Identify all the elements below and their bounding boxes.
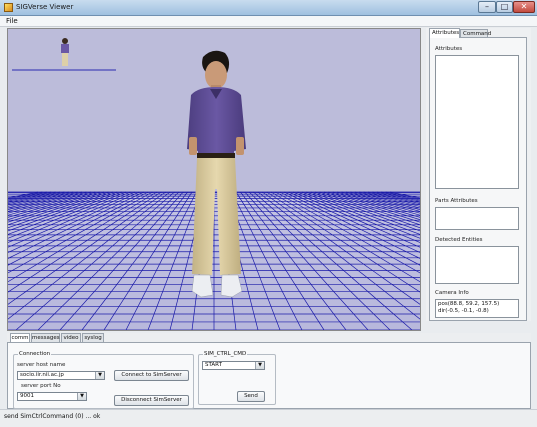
menu-file[interactable]: File (6, 17, 18, 25)
bottom-panel: comm messages video syslog Connection se… (7, 333, 531, 409)
parts-attributes-label: Parts Attributes (435, 198, 478, 204)
parts-attributes-list[interactable] (435, 207, 519, 230)
title-bar: SIGVerse Viewer – □ ✕ (0, 0, 537, 16)
connection-group-title: Connection (18, 351, 52, 357)
port-label: server port No (21, 383, 61, 389)
camera-dir: dir(-0.5, -0.1, -0.8) (438, 308, 489, 314)
port-input[interactable]: 9001 ▼ (17, 392, 87, 401)
tab-attributes[interactable]: Attributes (429, 28, 460, 38)
sim-ctrl-value: START (205, 362, 222, 368)
menu-bar: File (0, 16, 537, 27)
status-bar: send SimCtrlCommand (0) ... ok (0, 409, 537, 427)
3d-viewport[interactable] (7, 28, 421, 331)
connect-button[interactable]: Connect to SimServer (114, 370, 189, 381)
host-value: socio.iir.nii.ac.jp (20, 372, 64, 378)
detected-entities-label: Detected Entities (435, 237, 483, 243)
status-text: send SimCtrlCommand (0) ... ok (4, 413, 101, 420)
send-button[interactable]: Send (237, 391, 265, 402)
sim-ctrl-select[interactable]: START ▼ (202, 361, 265, 370)
tab-comm[interactable]: comm (10, 333, 30, 342)
maximize-button[interactable]: □ (496, 1, 513, 13)
host-label: server host name (17, 362, 66, 368)
comm-tab-body: Connection server host name socio.iir.ni… (7, 342, 531, 409)
chevron-down-icon[interactable]: ▼ (95, 372, 104, 379)
attributes-label: Attributes (435, 46, 463, 52)
disconnect-button[interactable]: Disconnect SimServer (114, 395, 189, 406)
camera-info-box: pos(88.8, 59.2, 157.5) dir(-0.5, -0.1, -… (435, 299, 519, 318)
chevron-down-icon[interactable]: ▼ (255, 362, 264, 369)
chevron-down-icon[interactable]: ▼ (77, 393, 86, 400)
app-icon (4, 3, 13, 12)
camera-info-label: Camera Info (435, 290, 469, 296)
tab-messages[interactable]: messages (31, 333, 60, 342)
scene-graphic (8, 29, 420, 330)
minimize-button[interactable]: – (478, 1, 496, 13)
attributes-tab-body: Attributes Parts Attributes Detected Ent… (429, 37, 527, 321)
attributes-list[interactable] (435, 55, 519, 189)
close-button[interactable]: ✕ (513, 1, 535, 13)
port-value: 9001 (20, 393, 34, 399)
camera-pos: pos(88.8, 59.2, 157.5) (438, 301, 500, 307)
detected-entities-list[interactable] (435, 246, 519, 284)
connection-group: Connection server host name socio.iir.ni… (13, 351, 194, 409)
host-input[interactable]: socio.iir.nii.ac.jp ▼ (17, 371, 105, 380)
sim-ctrl-group-title: SIM_CTRL_CMD (203, 351, 248, 357)
window-title: SIGVerse Viewer (16, 3, 74, 11)
tab-syslog[interactable]: syslog (82, 333, 104, 342)
attributes-panel: Attributes Command Attributes Parts Attr… (426, 28, 531, 321)
sim-ctrl-group: SIM_CTRL_CMD START ▼ Send (198, 351, 276, 405)
tab-video[interactable]: video (61, 333, 81, 342)
